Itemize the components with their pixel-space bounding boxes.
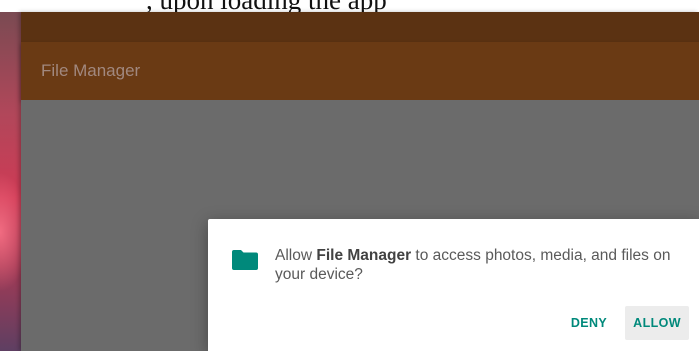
permission-dialog: Allow File Manager to access photos, med…: [208, 219, 699, 351]
deny-button[interactable]: DENY: [563, 306, 615, 340]
message-app-name: File Manager: [316, 247, 412, 264]
dialog-actions: DENY ALLOW: [563, 306, 689, 340]
permission-message: Allow File Manager to access photos, med…: [275, 246, 685, 284]
status-bar: [21, 12, 699, 42]
allow-button[interactable]: ALLOW: [625, 306, 689, 340]
folder-icon: [232, 250, 258, 270]
page-header-strip: , upon loading the app: [0, 0, 699, 12]
screen: , upon loading the app File Manager Allo…: [0, 0, 699, 351]
message-prefix: Allow: [275, 247, 317, 264]
page-heading-fragment: , upon loading the app: [146, 0, 387, 12]
app-title: File Manager: [41, 61, 141, 80]
app-toolbar: File Manager: [21, 42, 699, 100]
